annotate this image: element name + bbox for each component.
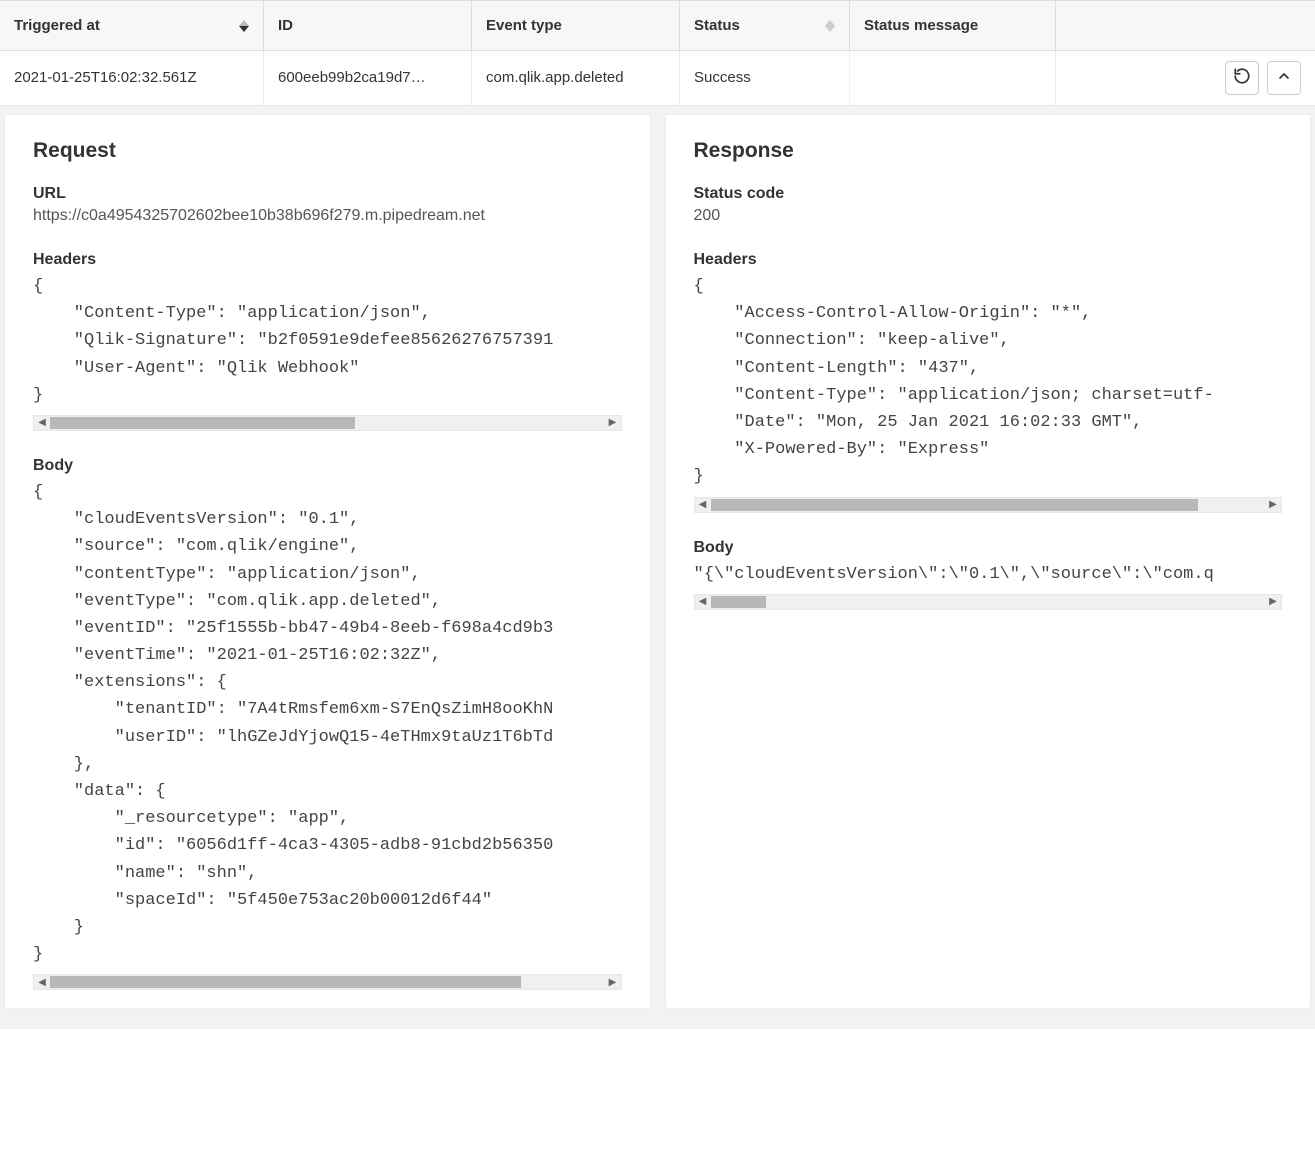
column-header-id[interactable]: ID <box>264 1 472 50</box>
response-headers-code: { "Access-Control-Allow-Origin": "*", "C… <box>694 273 1283 491</box>
request-body-code: { "cloudEventsVersion": "0.1", "source":… <box>33 479 622 968</box>
column-header-label: Triggered at <box>14 17 100 34</box>
cell-actions <box>1056 51 1315 105</box>
cell-status-message <box>850 51 1056 105</box>
column-header-event-type[interactable]: Event type <box>472 1 680 50</box>
response-status-code-value: 200 <box>694 207 1283 225</box>
retry-button[interactable] <box>1225 61 1259 95</box>
request-url-value: https://c0a4954325702602bee10b38b696f279… <box>33 207 622 225</box>
response-title: Response <box>694 139 1283 163</box>
column-header-label: Status message <box>864 17 978 34</box>
response-panel: Response Status code 200 Headers { "Acce… <box>665 114 1312 1009</box>
scroll-right-icon[interactable]: ▶ <box>605 975 621 989</box>
sort-icon <box>825 20 835 32</box>
request-body-label: Body <box>33 457 622 475</box>
scroll-right-icon[interactable]: ▶ <box>605 416 621 430</box>
cell-triggered-at: 2021-01-25T16:02:32.561Z <box>0 51 264 105</box>
sort-icon <box>239 20 249 32</box>
column-header-triggered-at[interactable]: Triggered at <box>0 1 264 50</box>
detail-panel-container: Request URL https://c0a4954325702602bee1… <box>0 106 1315 1029</box>
horizontal-scrollbar[interactable]: ◀ ▶ <box>694 497 1283 513</box>
request-url-label: URL <box>33 185 622 203</box>
scroll-left-icon[interactable]: ◀ <box>695 498 711 512</box>
table-header-row: Triggered at ID Event type Status Status… <box>0 0 1315 51</box>
column-header-status-message[interactable]: Status message <box>850 1 1056 50</box>
scroll-left-icon[interactable]: ◀ <box>34 416 50 430</box>
horizontal-scrollbar[interactable]: ◀ ▶ <box>33 415 622 431</box>
response-status-code-label: Status code <box>694 185 1283 203</box>
column-header-status[interactable]: Status <box>680 1 850 50</box>
request-headers-label: Headers <box>33 251 622 269</box>
column-header-actions <box>1056 1 1315 50</box>
scroll-right-icon[interactable]: ▶ <box>1265 498 1281 512</box>
cell-id: 600eeb99b2ca19d7… <box>264 51 472 105</box>
scroll-left-icon[interactable]: ◀ <box>34 975 50 989</box>
column-header-label: Event type <box>486 17 562 34</box>
column-header-label: ID <box>278 17 293 34</box>
chevron-up-icon <box>1276 68 1292 88</box>
request-title: Request <box>33 139 622 163</box>
request-panel: Request URL https://c0a4954325702602bee1… <box>4 114 651 1009</box>
column-header-label: Status <box>694 17 740 34</box>
horizontal-scrollbar[interactable]: ◀ ▶ <box>694 594 1283 610</box>
scroll-left-icon[interactable]: ◀ <box>695 595 711 609</box>
response-headers-label: Headers <box>694 251 1283 269</box>
collapse-button[interactable] <box>1267 61 1301 95</box>
response-body-label: Body <box>694 539 1283 557</box>
horizontal-scrollbar[interactable]: ◀ ▶ <box>33 974 622 990</box>
refresh-icon <box>1233 67 1251 89</box>
table-row[interactable]: 2021-01-25T16:02:32.561Z 600eeb99b2ca19d… <box>0 51 1315 106</box>
cell-status: Success <box>680 51 850 105</box>
cell-event-type: com.qlik.app.deleted <box>472 51 680 105</box>
response-body-code: "{\"cloudEventsVersion\":\"0.1\",\"sourc… <box>694 561 1283 588</box>
request-headers-code: { "Content-Type": "application/json", "Q… <box>33 273 622 409</box>
scroll-right-icon[interactable]: ▶ <box>1265 595 1281 609</box>
